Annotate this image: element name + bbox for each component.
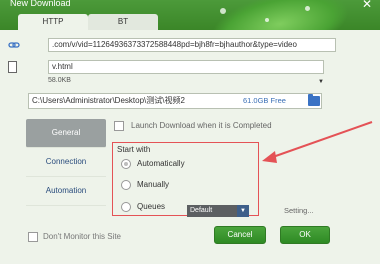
- cancel-button[interactable]: Cancel: [214, 226, 266, 244]
- annotation-arrow: [262, 121, 373, 163]
- ok-button[interactable]: OK: [280, 226, 330, 244]
- dont-monitor-row[interactable]: Don't Monitor this Site: [28, 232, 121, 242]
- new-download-dialog: New Download ✕ HTTP BT .com/v/vid=112649…: [0, 0, 380, 264]
- dont-monitor-checkbox[interactable]: [28, 232, 38, 242]
- dont-monitor-label: Don't Monitor this Site: [43, 232, 122, 242]
